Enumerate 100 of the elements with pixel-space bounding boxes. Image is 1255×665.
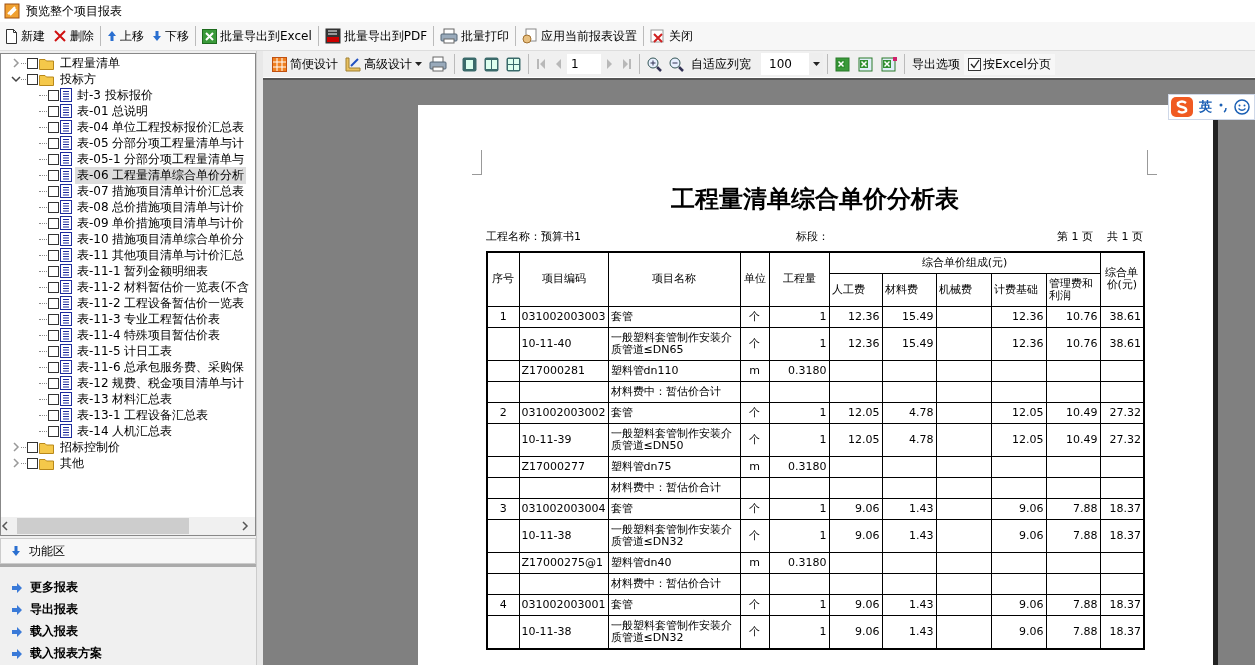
- excel-export-icon: [835, 56, 851, 72]
- table-cell: 7.88: [1046, 594, 1101, 615]
- checkbox[interactable]: [48, 393, 59, 405]
- toolbar-button[interactable]: 高级设计: [342, 53, 425, 75]
- tree-item[interactable]: 其他: [58, 454, 86, 472]
- function-link[interactable]: 载入报表方案: [12, 645, 256, 662]
- toolbar-button[interactable]: 批量打印: [437, 25, 513, 47]
- checkbox[interactable]: [48, 233, 59, 245]
- checkbox[interactable]: [48, 89, 59, 101]
- table-cell: 15.49: [882, 327, 936, 360]
- tree-item[interactable]: 表-13 材料汇总表: [75, 390, 175, 408]
- checkbox[interactable]: [48, 105, 59, 117]
- checkbox[interactable]: [27, 57, 38, 69]
- tree-item[interactable]: 表-05-1 分部分项工程量清单与: [75, 150, 247, 168]
- zoom-in-icon: [647, 56, 662, 72]
- toolbar-button[interactable]: 批量导出到PDF: [321, 25, 431, 47]
- checkbox[interactable]: [48, 313, 59, 325]
- checkbox[interactable]: [48, 153, 59, 165]
- export-button[interactable]: [878, 54, 900, 74]
- tree-item[interactable]: 表-11-2 工程设备暂估价一览表: [75, 294, 247, 312]
- table-cell: 个: [740, 306, 769, 327]
- pdf-document-icon: [324, 28, 341, 44]
- table-cell: 1.43: [882, 594, 936, 615]
- export-options-button[interactable]: 导出选项: [909, 53, 963, 75]
- checkbox[interactable]: [48, 409, 59, 421]
- tree-item[interactable]: 表-08 总价措施项目清单与计价: [75, 198, 247, 216]
- expand-chevron-icon[interactable]: [11, 458, 21, 468]
- checkbox[interactable]: [48, 377, 59, 389]
- input-method-bar[interactable]: 英: [1168, 94, 1255, 120]
- table-cell: 1.43: [882, 519, 936, 552]
- down-arrow-icon: [152, 30, 162, 42]
- table-cell: 一般塑料套管制作安装介质管道≤DN32: [608, 615, 740, 649]
- checkbox[interactable]: [48, 137, 59, 149]
- expand-chevron-icon[interactable]: [11, 442, 21, 452]
- checkbox[interactable]: [48, 345, 59, 357]
- tree-item[interactable]: 表-11 其他项目清单与计价汇总: [75, 246, 247, 264]
- zoom-dropdown[interactable]: 100: [761, 53, 823, 75]
- tree-item[interactable]: 表-11-2 材料暂估价一览表(不含: [75, 278, 252, 296]
- tree-item[interactable]: 表-05 分部分项工程量清单与计: [75, 134, 247, 152]
- checkbox[interactable]: [968, 57, 981, 71]
- print-button[interactable]: [426, 54, 450, 74]
- toolbar-button[interactable]: 关闭: [647, 25, 697, 47]
- checkbox[interactable]: [48, 185, 59, 197]
- checkbox[interactable]: [27, 441, 38, 453]
- tree-item[interactable]: 表-11-5 计日工表: [75, 342, 175, 360]
- fit-columns-button[interactable]: 自适应列宽: [688, 53, 754, 75]
- report-icon: [60, 328, 72, 342]
- checkbox[interactable]: [27, 457, 38, 469]
- toolbar-button[interactable]: 新建: [2, 25, 48, 47]
- tree-item[interactable]: 表-13-1 工程设备汇总表: [75, 406, 211, 424]
- expand-chevron-icon[interactable]: [11, 58, 21, 68]
- report-icon: [60, 360, 72, 374]
- checkbox[interactable]: [48, 265, 59, 277]
- tree-item[interactable]: 表-09 单价措施项目清单与计价: [75, 214, 247, 232]
- checkbox[interactable]: [48, 297, 59, 309]
- tree-item[interactable]: 表-11-6 总承包服务费、采购保: [75, 358, 247, 376]
- checkbox[interactable]: [48, 249, 59, 261]
- tree-item[interactable]: 封-3 投标报价: [75, 86, 155, 104]
- tree-item[interactable]: 表-14 人机汇总表: [75, 422, 175, 440]
- tree-item[interactable]: 表-06 工程量清单综合单价分析: [75, 166, 247, 184]
- toolbar-button[interactable]: 应用当前报表设置: [519, 25, 641, 47]
- checkbox[interactable]: [48, 361, 59, 373]
- panel-header[interactable]: 功能区: [0, 538, 256, 564]
- tree-item[interactable]: 表-11-3 专业工程暂估价表: [75, 310, 223, 328]
- tree-item[interactable]: 表-10 措施项目清单综合单价分: [75, 230, 247, 248]
- checkbox[interactable]: [48, 169, 59, 181]
- input-mode[interactable]: 英: [1199, 98, 1212, 116]
- scrollbar-thumb[interactable]: [17, 518, 189, 534]
- toolbar-button[interactable]: 简便设计: [269, 53, 341, 75]
- checkbox[interactable]: [27, 73, 38, 85]
- function-link[interactable]: 导出报表: [12, 601, 256, 618]
- table-cell: 10.49: [1046, 402, 1101, 423]
- checkbox[interactable]: [48, 217, 59, 229]
- function-link[interactable]: 载入报表: [12, 623, 256, 640]
- tree-item[interactable]: 表-11-1 暂列金额明细表: [75, 262, 211, 280]
- checkbox[interactable]: [48, 281, 59, 293]
- tree-item[interactable]: 表-01 总说明: [75, 102, 151, 120]
- checkbox[interactable]: [48, 329, 59, 341]
- toolbar-button[interactable]: 上移: [104, 25, 147, 47]
- tree-item[interactable]: 表-04 单位工程投标报价汇总表: [75, 118, 247, 136]
- page-number-field[interactable]: 1: [567, 54, 601, 74]
- tree-item[interactable]: 表-07 措施项目清单计价汇总表: [75, 182, 247, 200]
- table-cell: 12.05: [829, 423, 882, 456]
- collapse-chevron-icon[interactable]: [11, 74, 21, 84]
- tree-item[interactable]: 招标控制价: [58, 438, 122, 456]
- toolbar-button[interactable]: 删除: [50, 25, 97, 47]
- tree-item[interactable]: 工程量清单: [58, 54, 122, 72]
- toolbar-button[interactable]: 下移: [149, 25, 192, 47]
- tree-item[interactable]: 表-12 规费、税金项目清单与计: [75, 374, 247, 392]
- toolbar-button[interactable]: 批量导出到Excel: [199, 25, 315, 47]
- tree-item[interactable]: 表-11-4 特殊项目暂估价表: [75, 326, 223, 344]
- function-link[interactable]: 更多报表: [12, 579, 256, 596]
- delete-icon: [53, 29, 67, 43]
- folder-icon: [39, 440, 55, 454]
- report-icon: [60, 408, 72, 422]
- checkbox[interactable]: [48, 121, 59, 133]
- tree-item[interactable]: 投标方: [58, 70, 98, 88]
- checkbox[interactable]: [48, 201, 59, 213]
- crop-mark: [1147, 150, 1157, 175]
- checkbox[interactable]: [48, 425, 59, 437]
